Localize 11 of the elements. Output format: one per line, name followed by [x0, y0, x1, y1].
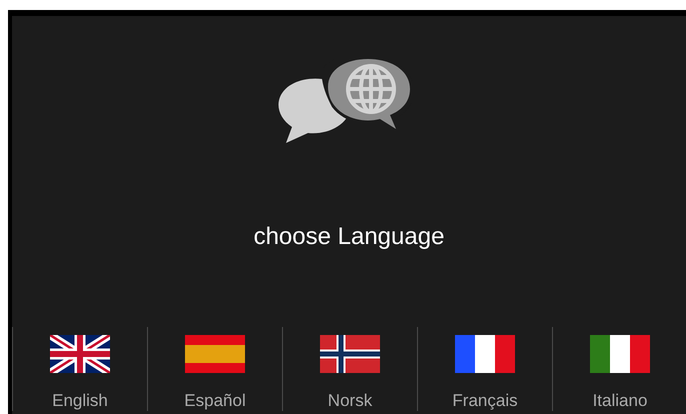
flag-icon: [320, 335, 380, 373]
flag-icon: [455, 335, 515, 373]
flag-icon: [590, 335, 650, 373]
language-option[interactable]: Norsk: [283, 327, 417, 411]
page-title: choose Language: [254, 223, 444, 251]
language-option[interactable]: Italiano: [553, 327, 686, 411]
language-option[interactable]: Español: [148, 327, 282, 411]
flag-icon: [185, 335, 245, 373]
flag-icon: [50, 335, 110, 373]
language-option[interactable]: Français: [418, 327, 552, 411]
language-option[interactable]: English: [13, 327, 147, 411]
